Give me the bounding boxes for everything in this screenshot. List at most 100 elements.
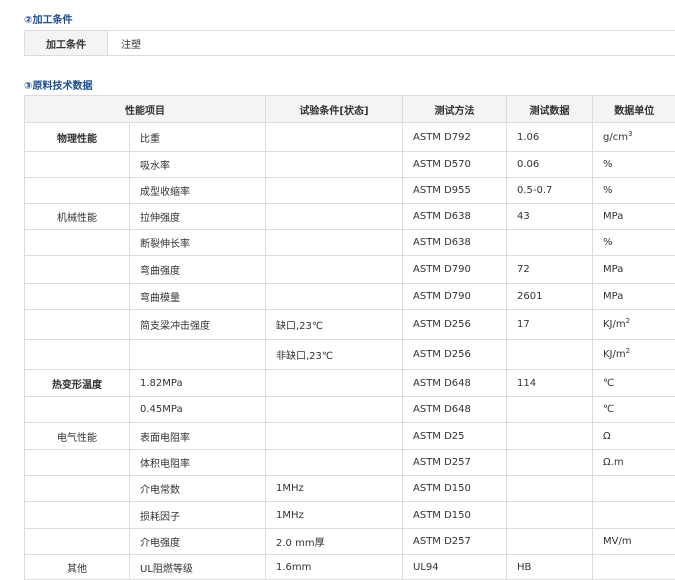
method-cell: ASTM D648 — [403, 397, 507, 423]
unit-superscript: 2 — [626, 317, 630, 325]
property-item-text: 拉伸强度 — [140, 213, 180, 224]
property-item-text: 弯曲模量 — [140, 293, 180, 304]
unit-cell: % — [593, 152, 675, 178]
category-cell: 热变形温度 — [25, 370, 130, 397]
category-cell — [25, 152, 130, 178]
method-cell: ASTM D638 — [403, 204, 507, 230]
category-text: 电气性能 — [57, 433, 97, 444]
category-cell — [25, 178, 130, 204]
unit-superscript: 3 — [628, 130, 632, 138]
property-item-text: 成型收缩率 — [140, 187, 190, 198]
table-row: 非缺口,23℃ASTM D256KJ/m2 — [25, 340, 675, 370]
property-item-text: 介电常数 — [140, 485, 180, 496]
category-cell — [25, 256, 130, 284]
property-item-text: UL阻燃等级 — [140, 564, 193, 575]
property-item-cell: 弯曲强度 — [130, 256, 266, 284]
unit-text: MPa — [603, 264, 623, 275]
property-item-text: 体积电阻率 — [140, 459, 190, 470]
category-cell: 电气性能 — [25, 423, 130, 450]
property-item-text: 表面电阻率 — [140, 433, 190, 444]
value-cell: 0.06 — [507, 152, 593, 178]
category-cell — [25, 310, 130, 340]
method-text: ASTM D792 — [413, 132, 471, 143]
category-cell: 其他 — [25, 555, 130, 580]
condition-cell — [266, 423, 403, 450]
value-cell — [507, 397, 593, 423]
value-cell — [507, 502, 593, 529]
unit-text: Ω — [603, 431, 611, 442]
condition-text: 缺口,23℃ — [276, 321, 323, 332]
value-cell — [507, 423, 593, 450]
unit-text: MPa — [603, 291, 623, 302]
value-text: 0.06 — [517, 159, 539, 170]
table-row: 简支梁冲击强度缺口,23℃ ASTM D256 17 KJ/m2 — [25, 310, 675, 340]
condition-cell: 1.6mm — [266, 555, 403, 580]
category-text: 机械性能 — [57, 213, 97, 224]
value-text: 72 — [517, 264, 530, 275]
property-item-cell: 体积电阻率 — [130, 450, 266, 476]
category-cell: 物理性能 — [25, 123, 130, 152]
category-cell: 机械性能 — [25, 204, 130, 230]
method-text: ASTM D648 — [413, 378, 471, 389]
property-item-cell: 表面电阻率 — [130, 423, 266, 450]
property-item-cell: 简支梁冲击强度 — [130, 310, 266, 340]
property-item-cell: UL阻燃等级 — [130, 555, 266, 580]
unit-superscript: 2 — [626, 347, 630, 355]
processing-condition-label: 加工条件 — [25, 31, 108, 55]
table-header-row: 性能项目 试验条件[状态] 测试方法 测试数据 数据单位 — [25, 96, 675, 123]
method-cell: ASTM D257 — [403, 450, 507, 476]
property-item-text: 吸水率 — [140, 161, 170, 172]
unit-cell: Ω.m — [593, 450, 675, 476]
table-row: 成型收缩率ASTM D9550.5-0.7% — [25, 178, 675, 204]
method-text: ASTM D955 — [413, 185, 471, 196]
unit-cell: Ω — [593, 423, 675, 450]
category-cell — [25, 450, 130, 476]
unit-text: KJ/m — [603, 319, 626, 330]
unit-cell: % — [593, 230, 675, 256]
unit-text: ℃ — [603, 404, 614, 415]
value-text: HB — [517, 562, 531, 573]
unit-cell — [593, 476, 675, 502]
category-cell — [25, 397, 130, 423]
method-text: ASTM D638 — [413, 211, 471, 222]
method-text: UL94 — [413, 562, 439, 573]
header-property: 性能项目 — [25, 96, 266, 123]
method-text: ASTM D256 — [413, 319, 471, 330]
header-unit: 数据单位 — [593, 96, 675, 123]
unit-text: ℃ — [603, 378, 614, 389]
unit-cell: g/cm3 — [593, 123, 675, 152]
value-cell: 114 — [507, 370, 593, 397]
table-row: 物理性能比重ASTM D7921.06g/cm3 — [25, 123, 675, 152]
unit-cell: KJ/m2 — [593, 310, 675, 340]
category-cell — [25, 529, 130, 555]
value-cell — [507, 340, 593, 370]
value-cell: 72 — [507, 256, 593, 284]
property-item-text: 损耗因子 — [140, 512, 180, 523]
property-item-cell: 介电常数 — [130, 476, 266, 502]
unit-cell: MPa — [593, 204, 675, 230]
condition-text: 1MHz — [276, 483, 304, 494]
header-method: 测试方法 — [403, 96, 507, 123]
category-cell — [25, 476, 130, 502]
raw-data-section-title: ③原料技术数据 — [24, 77, 92, 92]
unit-cell: ℃ — [593, 397, 675, 423]
method-cell: ASTM D150 — [403, 476, 507, 502]
value-cell: 0.5-0.7 — [507, 178, 593, 204]
method-text: ASTM D638 — [413, 237, 471, 248]
condition-text: 2.0 mm厚 — [276, 538, 325, 549]
method-cell: ASTM D790 — [403, 256, 507, 284]
table-row: 损耗因子1MHzASTM D150 — [25, 502, 675, 529]
method-text: ASTM D790 — [413, 264, 471, 275]
method-cell: ASTM D638 — [403, 230, 507, 256]
property-item-cell: 损耗因子 — [130, 502, 266, 529]
method-cell: ASTM D257 — [403, 529, 507, 555]
header-condition: 试验条件[状态] — [266, 96, 403, 123]
property-item-cell: 吸水率 — [130, 152, 266, 178]
value-cell: 43 — [507, 204, 593, 230]
value-text: 1.06 — [517, 132, 539, 143]
category-cell — [25, 230, 130, 256]
value-text: 17 — [517, 319, 530, 330]
table-row: 其他 UL阻燃等级 1.6mm UL94 HB — [25, 555, 675, 580]
method-cell: ASTM D790 — [403, 284, 507, 310]
property-item-cell: 介电强度 — [130, 529, 266, 555]
